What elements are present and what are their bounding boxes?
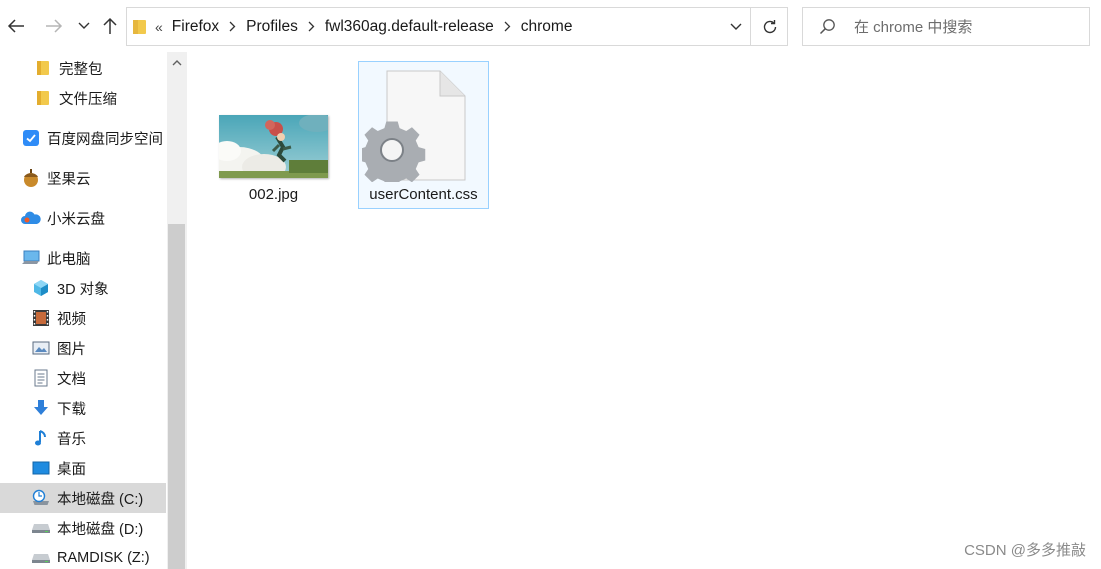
search-icon (819, 19, 835, 35)
sidebar-item-downloads[interactable]: 下载 (0, 393, 166, 423)
forward-button[interactable] (43, 14, 65, 38)
sidebar-item-label: 完整包 (59, 61, 103, 78)
sidebar-item-label: 3D 对象 (57, 281, 109, 298)
sidebar-item-label: 百度网盘同步空间 (47, 131, 163, 148)
breadcrumb-item-chrome[interactable]: chrome (521, 18, 573, 36)
sidebar-item-documents[interactable]: 文档 (0, 363, 166, 393)
sidebar-item-local-disk-d[interactable]: 本地磁盘 (D:) (0, 513, 166, 543)
sidebar-item-label: 文档 (57, 371, 86, 388)
breadcrumb-item-profile[interactable]: fwl360ag.default-release (325, 18, 494, 36)
scroll-up-button[interactable] (167, 52, 186, 74)
sidebar-item-label: 图片 (57, 341, 86, 358)
sidebar-item-label: 视频 (57, 311, 86, 328)
image-thumbnail (219, 115, 328, 178)
sidebar-item-mi-cloud[interactable]: 小米云盘 (0, 203, 166, 233)
sidebar-item-label: 此电脑 (47, 251, 91, 268)
desktop-icon (31, 458, 51, 478)
sidebar-item-label: RAMDISK (Z:) (57, 550, 150, 566)
watermark: CSDN @多多推敲 (964, 542, 1086, 559)
chevron-right-icon[interactable] (504, 21, 511, 32)
mi-cloud-icon (21, 208, 41, 228)
breadcrumb: « Firefox Profiles fwl360ag.default-rele… (155, 8, 572, 45)
sidebar-item-file-compress[interactable]: 文件压缩 (0, 83, 166, 113)
sidebar-item-3d-objects[interactable]: 3D 对象 (0, 273, 166, 303)
sidebar-item-videos[interactable]: 视频 (0, 303, 166, 333)
sidebar-item-label: 桌面 (57, 461, 86, 478)
file-item-002-jpg[interactable]: 002.jpg (208, 61, 339, 209)
chevron-up-icon (172, 60, 181, 66)
sidebar-item-baidu-netdisk[interactable]: 百度网盘同步空间 (0, 123, 166, 153)
up-button[interactable] (99, 14, 121, 38)
arrow-up-icon (103, 17, 117, 34)
chevron-right-icon[interactable] (229, 21, 236, 32)
drive-icon (31, 518, 51, 538)
sidebar-item-label: 本地磁盘 (D:) (57, 521, 144, 538)
address-bar[interactable]: « Firefox Profiles fwl360ag.default-rele… (126, 7, 788, 46)
arrow-right-icon (46, 19, 63, 33)
sidebar-item-nutstore[interactable]: 坚果云 (0, 163, 166, 193)
refresh-button[interactable] (751, 8, 788, 45)
breadcrumb-item-firefox[interactable]: Firefox (172, 18, 219, 36)
file-name: 002.jpg (248, 186, 299, 203)
folder-icon (33, 88, 53, 108)
address-history-button[interactable] (723, 8, 749, 45)
arrow-left-icon (7, 19, 24, 33)
navigation-pane: 完整包 文件压缩 百度网盘同步空间 坚果云 小米云盘 此电脑 3D 对象 视频 … (0, 52, 187, 569)
folder-icon (33, 58, 53, 78)
search-box[interactable]: 在 chrome 中搜索 (802, 7, 1090, 46)
sidebar-item-local-disk-c[interactable]: 本地磁盘 (C:) (0, 483, 166, 513)
breadcrumb-overflow[interactable]: « (155, 19, 163, 35)
chevron-down-icon (730, 23, 742, 30)
chevron-down-icon (78, 22, 90, 29)
back-button[interactable] (5, 14, 27, 38)
chevron-right-icon[interactable] (308, 21, 315, 32)
sidebar-item-desktop[interactable]: 桌面 (0, 453, 166, 483)
navigation-bar: « Firefox Profiles fwl360ag.default-rele… (0, 0, 1101, 52)
documents-icon (31, 368, 51, 388)
sidebar-item-complete-package[interactable]: 完整包 (0, 53, 166, 83)
nutstore-icon (21, 168, 41, 188)
sidebar-item-this-pc[interactable]: 此电脑 (0, 243, 166, 273)
sidebar-item-label: 坚果云 (47, 171, 91, 188)
video-icon (31, 308, 51, 328)
recent-locations-button[interactable] (73, 14, 95, 38)
drive-icon (31, 548, 51, 568)
sidebar-item-label: 小米云盘 (47, 211, 105, 228)
baidu-netdisk-icon (21, 128, 41, 148)
search-placeholder: 在 chrome 中搜索 (854, 19, 973, 36)
sidebar-item-ramdisk-z[interactable]: RAMDISK (Z:) (0, 543, 166, 569)
sidebar-item-pictures[interactable]: 图片 (0, 333, 166, 363)
sidebar-item-music[interactable]: 音乐 (0, 423, 166, 453)
sidebar-item-label: 音乐 (57, 431, 86, 448)
3d-objects-icon (31, 278, 51, 298)
refresh-icon (763, 19, 776, 33)
sidebar-item-label: 下载 (57, 401, 86, 418)
breadcrumb-item-profiles[interactable]: Profiles (246, 18, 298, 36)
music-icon (31, 428, 51, 448)
file-item-usercontent-css[interactable]: userContent.css (358, 61, 489, 209)
pictures-icon (31, 338, 51, 358)
file-list: 002.jpg userContent.css CSDN @多多推敲 (188, 52, 1101, 569)
scrollbar-thumb[interactable] (168, 224, 185, 569)
file-name: userContent.css (369, 186, 478, 203)
sidebar-scrollbar[interactable] (167, 52, 186, 569)
computer-icon (21, 248, 41, 268)
system-drive-icon (31, 488, 51, 508)
folder-icon (133, 20, 146, 34)
download-icon (31, 398, 51, 418)
sidebar-item-label: 本地磁盘 (C:) (57, 491, 144, 508)
settings-file-icon (362, 70, 466, 182)
sidebar-item-label: 文件压缩 (59, 91, 117, 108)
